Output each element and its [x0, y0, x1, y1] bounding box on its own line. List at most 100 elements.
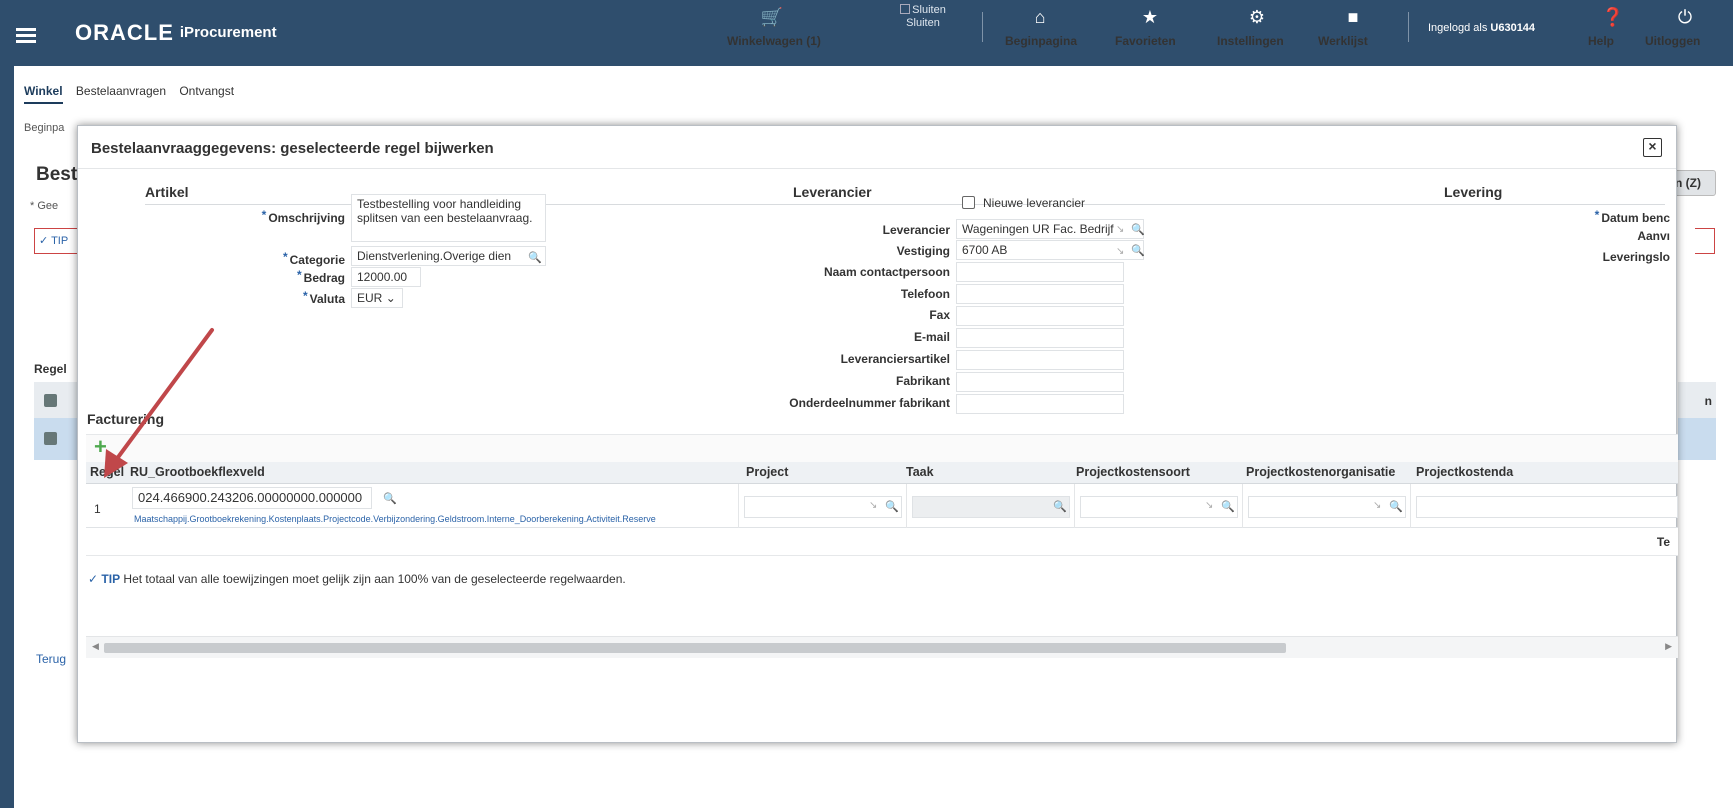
breadcrumb[interactable]: Beginpa — [24, 122, 64, 134]
categorie-label: * Categorie — [282, 250, 345, 267]
datum-label: * Datum benc — [1594, 208, 1670, 225]
account-segments-link[interactable]: Maatschappij.Grootboekrekening.Kostenpla… — [134, 514, 656, 524]
sluiten-label: Sluiten — [906, 17, 940, 29]
tab-winkel[interactable]: Winkel — [24, 84, 63, 104]
settings-button[interactable]: ⚙ Instellingen — [1217, 0, 1297, 66]
col-projectkostensoort: Projectkostensoort — [1076, 465, 1190, 479]
search-icon[interactable]: 🔍 — [1131, 244, 1145, 257]
omschrijving-field[interactable]: Testbestelling voor handleiding splitsen… — [351, 194, 546, 242]
bg-row-checkbox[interactable] — [44, 432, 57, 445]
project-field[interactable]: ↘ 🔍 — [744, 496, 902, 518]
required-note: * Gee — [30, 200, 59, 212]
nieuwe-leverancier-checkbox[interactable] — [962, 196, 975, 209]
home-icon: ⌂ — [1034, 7, 1046, 27]
table-row: 1 024.466900.243206.00000000.000000 🔍 Ma… — [86, 484, 1678, 550]
sluiten-image[interactable]: Sluiten Sluiten — [893, 4, 953, 30]
bell-icon: ■ — [1347, 7, 1359, 27]
home-label: Beginpagina — [1005, 34, 1078, 48]
header-divider — [1408, 12, 1409, 42]
section-facturering: Facturering — [87, 411, 165, 427]
favorites-label: Favorieten — [1115, 34, 1176, 48]
email-field[interactable] — [956, 328, 1124, 348]
section-leverancier: Leverancier — [793, 184, 872, 200]
horizontal-scrollbar[interactable]: ◀ ▶ — [86, 636, 1678, 658]
bg-table-row[interactable] — [34, 418, 78, 460]
close-icon[interactable]: × — [1643, 138, 1662, 157]
leveringslocatie-label: Leveringslo — [1602, 250, 1670, 264]
bg-select-all-checkbox[interactable] — [44, 394, 57, 407]
home-button[interactable]: ⌂ Beginpagina — [1005, 0, 1078, 66]
clear-icon[interactable]: ↘ — [869, 500, 877, 511]
contactpersoon-label: Naam contactpersoon — [823, 265, 950, 279]
scroll-right-icon[interactable]: ▶ — [1665, 641, 1672, 652]
search-icon[interactable]: 🔍 — [885, 500, 899, 513]
onderdeelnummer-field[interactable] — [956, 394, 1124, 414]
taak-field: 🔍 — [912, 496, 1070, 518]
account-field[interactable]: 024.466900.243206.00000000.000000 — [132, 487, 372, 509]
contactpersoon-field[interactable] — [956, 262, 1124, 282]
email-label: E-mail — [913, 330, 950, 344]
search-icon[interactable]: 🔍 — [1389, 500, 1403, 513]
back-link[interactable]: Terug — [36, 652, 66, 666]
nieuwe-leverancier-label: Nieuwe leverancier — [983, 196, 1086, 210]
worklist-button[interactable]: ■ Werklijst — [1318, 0, 1388, 66]
header-divider — [982, 12, 983, 42]
leveranciersartikel-field[interactable] — [956, 350, 1124, 370]
bedrag-label: * Bedrag — [296, 268, 345, 285]
cart-label: Winkelwagen (1) — [727, 34, 821, 48]
help-button[interactable]: ❓ Help — [1588, 0, 1638, 66]
star-icon: ★ — [1141, 7, 1159, 27]
table-footer: Te — [86, 528, 1678, 556]
scroll-thumb[interactable] — [104, 643, 1286, 653]
leverancier-label: Leverancier — [882, 223, 950, 237]
clear-icon[interactable]: ↘ — [1116, 224, 1124, 235]
section-levering: Levering — [1444, 184, 1503, 200]
onderdeelnummer-label: Onderdeelnummer fabrikant — [789, 396, 950, 410]
power-icon: ⏻ — [1677, 7, 1693, 27]
fax-label: Fax — [929, 308, 950, 322]
leveranciersartikel-label: Leveranciersartikel — [840, 352, 950, 366]
telefoon-field[interactable] — [956, 284, 1124, 304]
clear-icon[interactable]: ↘ — [1205, 500, 1213, 511]
brand-logo: ORACLE iProcurement — [75, 20, 277, 45]
tab-bestelaanvragen[interactable]: Bestelaanvragen — [76, 84, 166, 98]
fax-field[interactable] — [956, 306, 1124, 326]
table-toolbar — [86, 434, 1678, 462]
valuta-select[interactable]: EUR ⌄ — [351, 288, 403, 308]
bg-tip-box: ✓ TIP — [34, 228, 78, 254]
bg-tip-box-right — [1695, 228, 1715, 254]
fabrikant-label: Fabrikant — [895, 374, 950, 388]
bg-table-label: Regel — [34, 362, 67, 376]
left-edge-bar — [0, 66, 14, 808]
search-icon[interactable]: 🔍 — [1221, 500, 1235, 513]
tab-ontvangst[interactable]: Ontvangst — [179, 84, 234, 98]
clear-icon[interactable]: ↘ — [1373, 500, 1381, 511]
search-icon[interactable]: 🔍 — [383, 492, 397, 505]
search-icon[interactable]: 🔍 — [1131, 223, 1145, 236]
search-icon: 🔍 — [1053, 501, 1067, 513]
total-label: Te — [1656, 535, 1670, 549]
valuta-label: * Valuta — [302, 289, 345, 306]
logout-button[interactable]: ⏻ Uitloggen — [1645, 0, 1725, 66]
bg-table-header — [34, 382, 78, 418]
help-icon: ❓ — [1601, 7, 1625, 27]
fabrikant-field[interactable] — [956, 372, 1124, 392]
add-icon[interactable]: + — [94, 436, 107, 458]
help-label: Help — [1588, 34, 1615, 48]
projectkostendatum-field[interactable] — [1416, 496, 1678, 518]
omschrijving-label: * Omschrijving — [261, 208, 345, 225]
categorie-field[interactable]: Dienstverlening.Overige dien — [351, 246, 546, 266]
clear-icon[interactable]: ↘ — [1116, 246, 1124, 257]
bedrag-field[interactable]: 12000.00 — [351, 267, 421, 287]
projectkostenorganisatie-field[interactable]: ↘ 🔍 — [1248, 496, 1406, 518]
product-name: iProcurement — [179, 24, 277, 41]
projectkostensoort-field[interactable]: ↘ 🔍 — [1080, 496, 1238, 518]
favorites-button[interactable]: ★ Favorieten — [1115, 0, 1185, 66]
cart-button[interactable]: 🛒 Winkelwagen (1) — [727, 0, 821, 66]
menu-icon[interactable] — [16, 28, 36, 43]
search-icon[interactable]: 🔍 — [528, 251, 542, 264]
tip-message: ✓ TIP Het totaal van alle toewijzingen m… — [88, 572, 626, 586]
scroll-left-icon[interactable]: ◀ — [92, 641, 99, 652]
aanvrager-label: Aanvı — [1637, 229, 1670, 243]
main-tabs: Winkel Bestelaanvragen Ontvangst — [24, 84, 244, 104]
